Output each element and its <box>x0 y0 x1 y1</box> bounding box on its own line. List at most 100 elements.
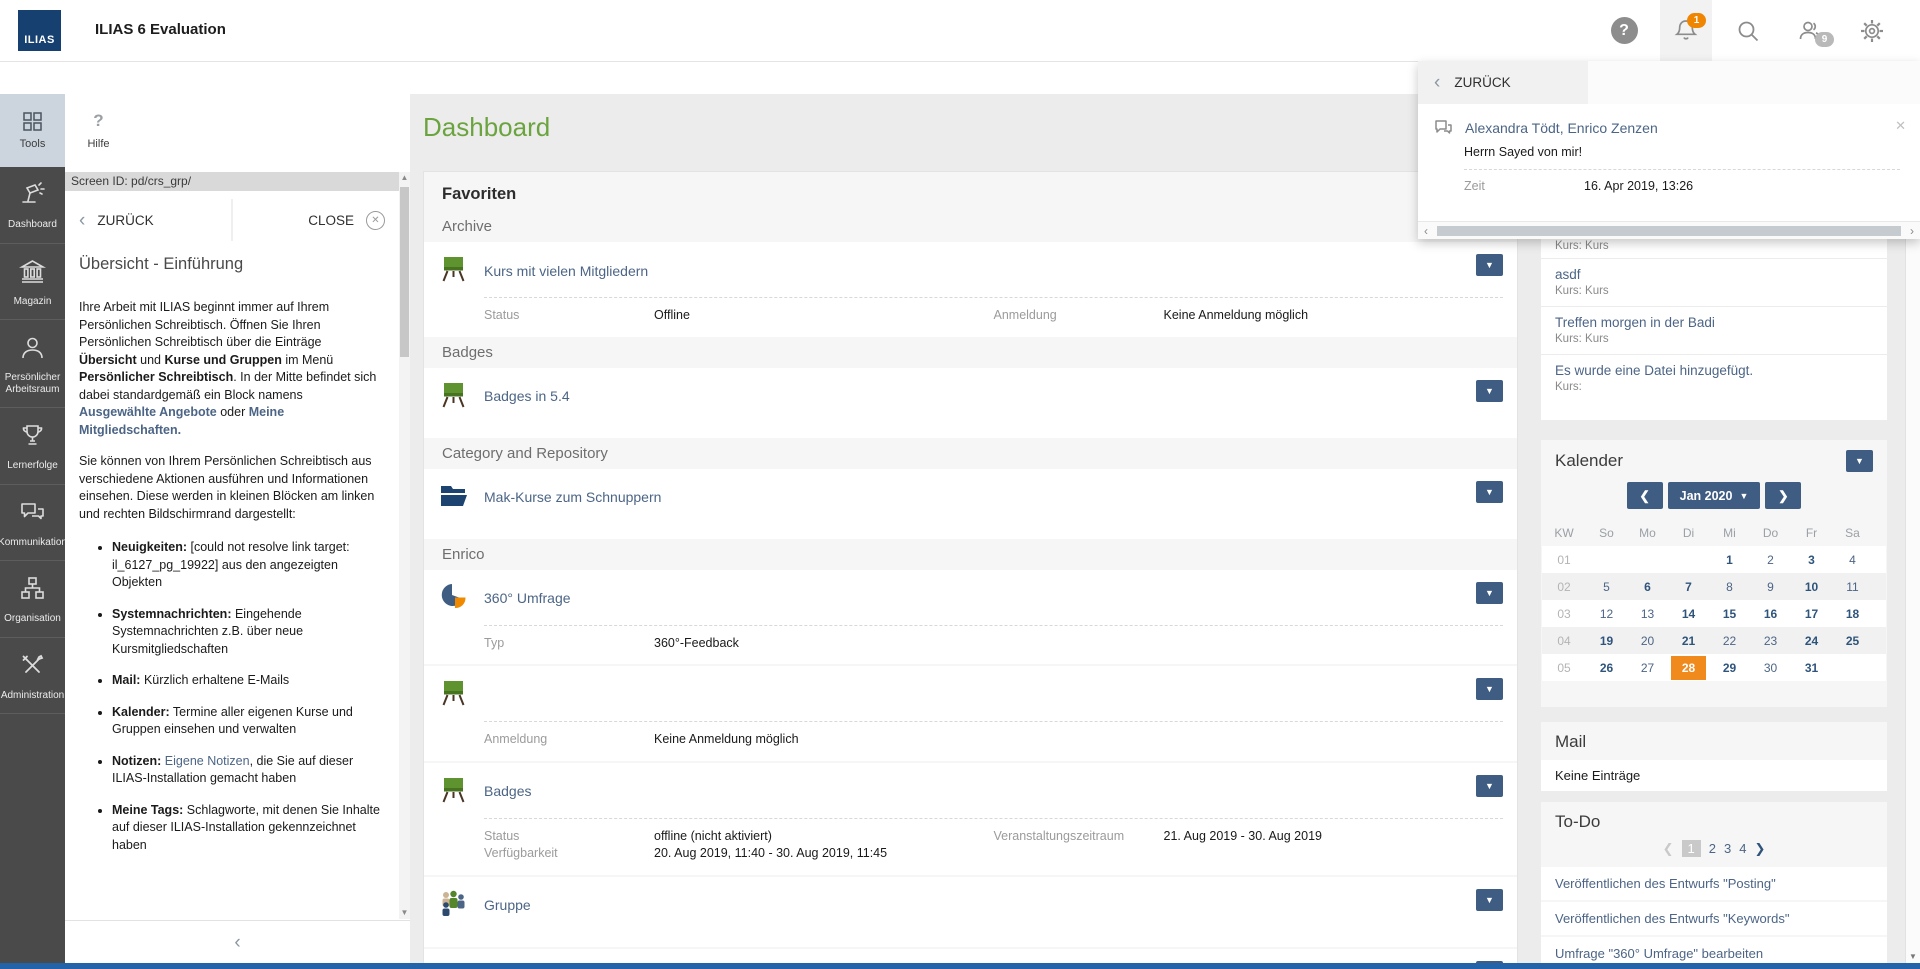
calendar-day[interactable]: 9 <box>1750 580 1791 594</box>
calendar-prev-button[interactable]: ❮ <box>1626 482 1663 509</box>
calendar-day[interactable]: 17 <box>1791 607 1832 621</box>
sidebar-item-organisation[interactable]: Organisation <box>0 561 65 638</box>
calendar-day[interactable]: 3 <box>1791 553 1832 567</box>
tab-tools[interactable]: Tools <box>0 94 65 167</box>
scroll-down-icon[interactable]: ▼ <box>1906 952 1920 961</box>
scroll-left-icon[interactable]: ‹ <box>1418 225 1434 237</box>
help-tool-panel: Screen ID: pd/crs_grp/ ‹ ZURÜCK CLOSE ✕ … <box>65 167 410 963</box>
calendar-day[interactable]: 30 <box>1750 661 1791 675</box>
notification-back-button[interactable]: ‹ ZURÜCK <box>1418 61 1588 104</box>
news-item-link[interactable]: Es wurde eine Datei hinzugefügt. <box>1555 363 1873 378</box>
property-label: Anmeldung <box>484 732 548 746</box>
calendar-day[interactable]: 27 <box>1627 661 1668 675</box>
favorite-item-title[interactable]: 360° Umfrage <box>484 590 571 606</box>
scrollbar-thumb[interactable] <box>400 187 409 357</box>
item-actions-dropdown[interactable]: ▼ <box>1476 774 1503 797</box>
favorite-item-title[interactable]: Badges in 5.4 <box>484 388 570 404</box>
calendar-day[interactable]: 11 <box>1832 580 1873 594</box>
calendar-day[interactable]: 26 <box>1586 661 1627 675</box>
calendar-day[interactable]: 21 <box>1668 634 1709 648</box>
pagination-page[interactable]: 3 <box>1724 841 1731 856</box>
sidebar-item-dashboard[interactable]: Dashboard <box>0 167 65 244</box>
sidebar-item-administration[interactable]: Administration <box>0 638 65 714</box>
notification-sender-link[interactable]: Alexandra Tödt, Enrico Zenzen <box>1465 120 1658 136</box>
collapse-panel-bar[interactable]: ‹ <box>65 920 410 963</box>
pagination-next-icon[interactable]: ❯ <box>1754 841 1765 857</box>
pagination-page[interactable]: 4 <box>1739 841 1746 856</box>
calendar-day[interactable]: 22 <box>1709 634 1750 648</box>
question-mark-icon: ? <box>93 111 104 130</box>
item-actions-dropdown[interactable]: ▼ <box>1476 254 1503 276</box>
calendar-day[interactable]: 5 <box>1586 580 1627 594</box>
sidebar-item-magazin[interactable]: Magazin <box>0 244 65 320</box>
notification-close-icon[interactable]: ✕ <box>1895 118 1906 134</box>
calendar-day[interactable]: 14 <box>1668 607 1709 621</box>
calendar-day[interactable]: 1 <box>1709 553 1750 567</box>
calendar-day[interactable]: 23 <box>1750 634 1791 648</box>
item-actions-dropdown[interactable]: ▼ <box>1476 379 1503 402</box>
hscrollbar-thumb[interactable] <box>1437 225 1901 236</box>
scroll-down-icon[interactable]: ▼ <box>401 907 409 919</box>
calendar-day[interactable]: 24 <box>1791 634 1832 648</box>
tab-hilfe[interactable]: ? Hilfe <box>66 94 131 167</box>
notification-badge: 1 <box>1687 13 1706 28</box>
favorite-item-title[interactable]: Gruppe <box>484 897 531 913</box>
item-actions-dropdown[interactable]: ▼ <box>1476 888 1503 911</box>
help-back-button[interactable]: ‹ ZURÜCK <box>65 199 231 241</box>
calendar-day[interactable]: 4 <box>1832 553 1873 567</box>
calendar-next-button[interactable]: ❯ <box>1765 482 1802 509</box>
scroll-up-icon[interactable]: ▲ <box>401 172 409 184</box>
todo-item-link[interactable]: Veröffentlichen des Entwurfs "Keywords" <box>1541 902 1887 935</box>
sidebar-item-workspace[interactable]: Persönlicher Arbeitsraum <box>0 320 65 408</box>
who-is-online-button[interactable]: 9 <box>1784 0 1836 61</box>
settings-button[interactable] <box>1846 0 1898 61</box>
notification-topbar: ‹ ZURÜCK <box>1418 61 1920 104</box>
calendar-day[interactable]: 12 <box>1586 607 1627 621</box>
calendar-day[interactable]: 18 <box>1832 607 1873 621</box>
calendar-month-dropdown[interactable]: Jan 2020 ▼ <box>1667 482 1761 509</box>
sidebar-item-achievements[interactable]: Lernerfolge <box>0 408 65 485</box>
help-paragraph: Sie können von Ihrem Persönlichen Schrei… <box>79 454 375 521</box>
search-button[interactable] <box>1722 0 1774 61</box>
calendar-day[interactable]: 20 <box>1627 634 1668 648</box>
calendar-day[interactable]: 16 <box>1750 607 1791 621</box>
help-panel-scrollbar[interactable]: ▲ ▼ <box>399 172 410 919</box>
calendar-day[interactable]: 19 <box>1586 634 1627 648</box>
calendar-today[interactable]: 28 <box>1670 655 1707 680</box>
notification-back-label: ZURÜCK <box>1454 75 1511 90</box>
calendar-day[interactable]: 10 <box>1791 580 1832 594</box>
pagination-page[interactable]: 2 <box>1709 841 1716 856</box>
item-actions-dropdown[interactable]: ▼ <box>1476 678 1503 700</box>
calendar-day[interactable]: 8 <box>1709 580 1750 594</box>
calendar-day[interactable]: 13 <box>1627 607 1668 621</box>
calendar-actions-dropdown[interactable]: ▼ <box>1846 450 1873 472</box>
calendar-day[interactable]: 31 <box>1791 661 1832 675</box>
item-actions-dropdown[interactable]: ▼ <box>1476 581 1503 604</box>
favorite-item-title[interactable]: Mak-Kurse zum Schnuppern <box>484 489 661 505</box>
calendar-day[interactable]: 7 <box>1668 580 1709 594</box>
news-item-link[interactable]: Treffen morgen in der Badi <box>1555 315 1873 330</box>
scroll-right-icon[interactable]: › <box>1904 225 1920 237</box>
help-close-button[interactable]: CLOSE ✕ <box>231 199 399 241</box>
todo-item-link[interactable]: Veröffentlichen des Entwurfs "Posting" <box>1541 867 1887 900</box>
item-actions-dropdown[interactable]: ▼ <box>1476 480 1503 503</box>
news-item-link[interactable]: asdf <box>1555 267 1873 282</box>
inline-link[interactable]: Eigene Notizen <box>165 754 250 768</box>
help-button[interactable]: ? <box>1598 0 1650 61</box>
calendar-day[interactable]: 25 <box>1832 634 1873 648</box>
calendar-day[interactable]: 6 <box>1627 580 1668 594</box>
ilias-logo[interactable]: ILIAS <box>18 10 61 51</box>
favorites-body: Archive Kurs mit vielen Mitgliedern ▼ Statu… <box>424 213 1517 969</box>
pagination-page[interactable]: 1 <box>1681 840 1701 857</box>
pagination-prev-icon[interactable]: ❮ <box>1663 841 1674 857</box>
favorite-item-title[interactable]: Badges <box>484 783 531 799</box>
course-icon <box>438 774 468 809</box>
inline-link[interactable]: Ausgewählte Angebote <box>79 405 217 419</box>
notifications-button[interactable]: 1 <box>1660 0 1712 61</box>
calendar-day[interactable]: 2 <box>1750 553 1791 567</box>
calendar-day[interactable]: 15 <box>1709 607 1750 621</box>
sidebar-item-communication[interactable]: Kommunikation <box>0 485 67 561</box>
favorite-item-title[interactable]: Kurs mit vielen Mitgliedern <box>484 263 648 279</box>
calendar-day[interactable]: 28 <box>1668 655 1709 680</box>
calendar-day[interactable]: 29 <box>1709 661 1750 675</box>
